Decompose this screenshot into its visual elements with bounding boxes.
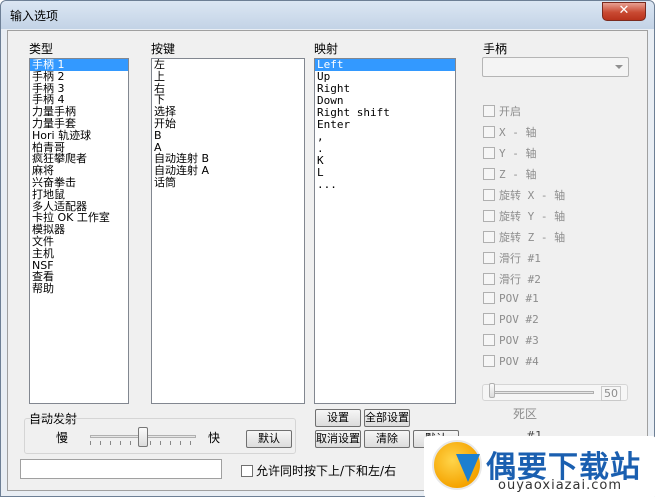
status-field bbox=[20, 459, 222, 479]
joystick-option-label: Y - 轴 bbox=[499, 147, 537, 160]
type-list-item[interactable]: Hori 轨迹球 bbox=[30, 129, 128, 142]
joystick-option-label: X - 轴 bbox=[499, 126, 537, 139]
checkbox-box[interactable] bbox=[483, 292, 495, 304]
cancel-set-button[interactable]: 取消设置 bbox=[315, 430, 361, 448]
joystick-option-checkbox[interactable]: 开启 bbox=[483, 103, 521, 119]
type-list-item[interactable]: 打地鼠 bbox=[30, 188, 128, 201]
joystick-option-label: 滑行 #2 bbox=[499, 273, 541, 286]
type-list-item[interactable]: 兴奋拳击 bbox=[30, 177, 128, 189]
deadzone-slider-thumb[interactable] bbox=[489, 383, 495, 398]
checkbox-box[interactable] bbox=[483, 126, 495, 138]
joystick-option-checkbox[interactable]: 旋转 Y - 轴 bbox=[483, 208, 565, 224]
joystick-option-checkbox[interactable]: X - 轴 bbox=[483, 124, 537, 140]
title-bar[interactable]: 输入选项 ✕ bbox=[1, 1, 654, 29]
joystick-option-checkbox[interactable]: POV #2 bbox=[483, 313, 539, 329]
joystick-option-checkbox[interactable]: 旋转 X - 轴 bbox=[483, 187, 565, 203]
mapping-list-item[interactable]: , bbox=[315, 131, 455, 143]
checkbox-box[interactable] bbox=[483, 105, 495, 117]
keys-list-item[interactable]: B bbox=[152, 129, 304, 142]
allow-simultaneous-label: 允许同时按下上/下和左/右 bbox=[256, 464, 397, 478]
checkbox-box[interactable] bbox=[483, 189, 495, 201]
close-button[interactable]: ✕ bbox=[602, 2, 646, 21]
joystick-combobox[interactable] bbox=[482, 57, 629, 77]
deadzone-slider-frame: 50 bbox=[482, 383, 628, 401]
autofire-default-button[interactable]: 默认 bbox=[246, 430, 292, 448]
joystick-option-checkbox[interactable]: 滑行 #2 bbox=[483, 271, 541, 287]
deadzone-value: 50 bbox=[601, 386, 621, 401]
deadzone-slider-track[interactable] bbox=[489, 391, 594, 394]
mapping-list-item[interactable]: K bbox=[315, 155, 455, 167]
joystick-option-label: 开启 bbox=[499, 105, 521, 118]
joystick-option-checkbox[interactable]: POV #3 bbox=[483, 334, 539, 350]
mapping-list-item[interactable]: . bbox=[315, 143, 455, 155]
checkbox-box[interactable] bbox=[483, 210, 495, 222]
type-list-item[interactable]: 手柄 2 bbox=[30, 70, 128, 83]
clear-button[interactable]: 清除 bbox=[364, 430, 410, 448]
checkbox-box[interactable] bbox=[483, 355, 495, 367]
dialog-client-area: 类型 手柄 1 手柄 2 手柄 3 手柄 4 力量手柄 力量手套 Hori 轨迹球 柏青哥 疯狂… bbox=[7, 30, 648, 491]
checkbox-box[interactable] bbox=[483, 334, 495, 346]
joystick-option-label: 旋转 X - 轴 bbox=[499, 189, 566, 202]
mapping-list-item[interactable]: Enter bbox=[315, 119, 455, 131]
joystick-option-label: 滑行 #1 bbox=[499, 252, 541, 265]
keys-list-item[interactable]: 上 bbox=[152, 70, 304, 83]
joystick-option-checkbox[interactable]: Z - 轴 bbox=[483, 166, 537, 182]
type-list-item[interactable]: 主机 bbox=[30, 247, 128, 260]
autofire-fast-label: 快 bbox=[208, 431, 221, 445]
mapping-group-label: 映射 bbox=[314, 42, 339, 56]
checkbox-box[interactable] bbox=[483, 313, 495, 325]
deadzone-label: 死区 bbox=[513, 407, 538, 421]
window-title: 输入选项 bbox=[10, 9, 59, 23]
joystick-option-label: 旋转 Z - 轴 bbox=[499, 231, 566, 244]
type-list-item[interactable]: 帮助 bbox=[30, 283, 128, 295]
joystick-option-label: POV #4 bbox=[499, 355, 539, 368]
joystick-option-label: POV #2 bbox=[499, 313, 539, 326]
mapping-list-item[interactable]: Left bbox=[315, 59, 455, 71]
keys-group-label: 按键 bbox=[151, 42, 176, 56]
joystick-option-checkbox[interactable]: 旋转 Z - 轴 bbox=[483, 229, 565, 245]
checkbox-box[interactable] bbox=[483, 168, 495, 180]
set-button[interactable]: 设置 bbox=[315, 409, 361, 427]
checkbox-box[interactable] bbox=[483, 273, 495, 285]
mapping-list-item[interactable]: ... bbox=[315, 179, 455, 191]
joystick-option-checkbox[interactable]: POV #1 bbox=[483, 292, 539, 308]
input-options-window: 输入选项 ✕ 类型 手柄 1 手柄 2 手柄 3 手柄 4 力量手柄 力量手套 Hori 轨… bbox=[0, 0, 655, 497]
checkbox-box[interactable] bbox=[241, 465, 253, 477]
autofire-slow-label: 慢 bbox=[56, 431, 69, 445]
keys-list-item[interactable]: 开始 bbox=[152, 118, 304, 130]
set-all-button[interactable]: 全部设置 bbox=[364, 409, 410, 427]
keys-listbox[interactable]: 左上右下选择 开始 B A 自动连射 B 自动连射 A 话筒 bbox=[151, 58, 305, 404]
type-list-item[interactable]: 文件 bbox=[30, 236, 128, 248]
type-list-item[interactable]: 力量手套 bbox=[30, 118, 128, 130]
arrow-down-icon bbox=[456, 454, 480, 482]
keys-list-item[interactable]: 右 bbox=[152, 82, 304, 95]
joystick-option-label: POV #3 bbox=[499, 334, 539, 347]
joystick-option-label: Z - 轴 bbox=[499, 168, 537, 181]
joystick-option-label: 旋转 Y - 轴 bbox=[499, 210, 566, 223]
mapping-listbox[interactable]: Left Up Right Down Right shift Enter,. K L... bbox=[314, 58, 456, 404]
keys-list-item[interactable]: 话筒 bbox=[152, 177, 304, 189]
joystick-option-checkbox[interactable]: POV #4 bbox=[483, 355, 539, 371]
type-listbox[interactable]: 手柄 1 手柄 2 手柄 3 手柄 4 力量手柄 力量手套 Hori 轨迹球 柏青哥 疯狂攀爬者… bbox=[29, 58, 129, 404]
checkbox-box[interactable] bbox=[483, 147, 495, 159]
checkbox-box[interactable] bbox=[483, 252, 495, 264]
allow-simultaneous-checkbox[interactable]: 允许同时按下上/下和左/右 bbox=[241, 462, 396, 479]
joystick-group-label: 手柄 bbox=[483, 42, 508, 56]
keys-list-item[interactable]: 左 bbox=[152, 59, 304, 71]
close-icon: ✕ bbox=[618, 3, 630, 18]
chevron-down-icon bbox=[615, 65, 623, 69]
autofire-slider-thumb[interactable] bbox=[138, 427, 148, 447]
joystick-option-checkbox[interactable]: 滑行 #1 bbox=[483, 250, 541, 266]
joystick-option-label: POV #1 bbox=[499, 292, 539, 305]
joystick-option-checkbox[interactable]: Y - 轴 bbox=[483, 145, 537, 161]
watermark-url: ouyaoxiazai.com bbox=[498, 478, 622, 493]
checkbox-box[interactable] bbox=[483, 231, 495, 243]
download-logo-icon bbox=[432, 440, 482, 490]
site-watermark: 偶要下载站 ouyaoxiazai.com bbox=[424, 436, 655, 497]
type-group-label: 类型 bbox=[29, 42, 54, 56]
